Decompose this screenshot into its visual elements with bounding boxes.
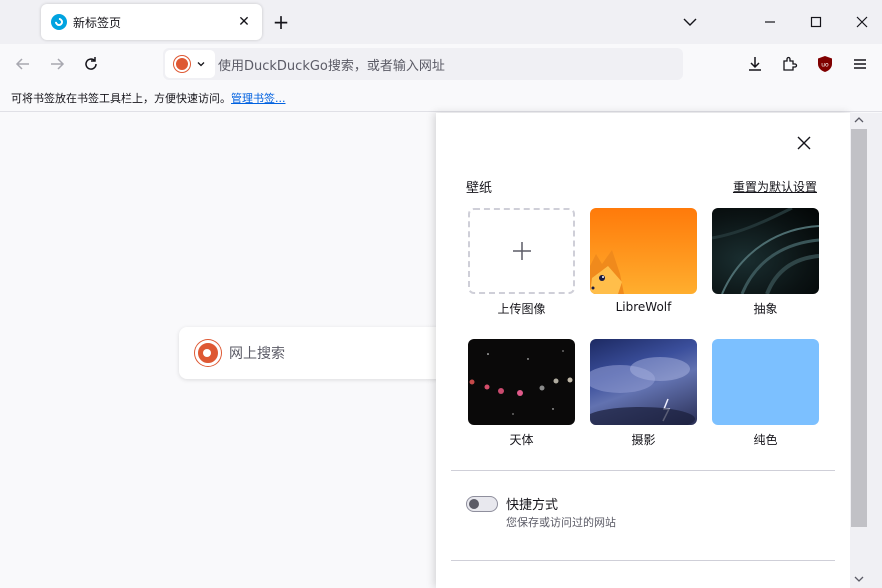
section-divider xyxy=(451,470,835,471)
app-menu-button[interactable] xyxy=(850,54,870,74)
wallpaper-tile-label: 摄影 xyxy=(631,433,656,447)
scrollbar-thumb[interactable] xyxy=(851,129,867,527)
close-panel-button[interactable] xyxy=(794,133,814,153)
wallpaper-tile-label: 上传图像 xyxy=(497,302,546,316)
scroll-up-button[interactable] xyxy=(852,115,866,129)
wallpaper-solid-color-tile[interactable]: 纯色 xyxy=(712,339,819,448)
back-button[interactable] xyxy=(13,54,33,74)
wallpaper-celestial-tile[interactable]: 天体 xyxy=(468,339,575,448)
wallpaper-abstract-tile[interactable]: 抽象 xyxy=(712,208,819,317)
wallpaper-tile-label: 抽象 xyxy=(753,302,778,316)
hamburger-menu-icon xyxy=(854,59,866,69)
tab-title: 新标签页 xyxy=(73,15,122,30)
wallpaper-heading: 壁纸 xyxy=(466,181,493,196)
new-tab-page: 网上搜索 壁纸 重置为默认设置 上传图像 LibreWolf 抽象 天体 摄影 … xyxy=(0,113,882,588)
wallpaper-tile-label: 天体 xyxy=(509,433,534,447)
bookmarks-toolbar: 可将书签放在书签工具栏上，方便快速访问。 管理书签... xyxy=(0,84,882,112)
search-engine-button[interactable] xyxy=(165,50,215,78)
web-search-box[interactable]: 网上搜索 xyxy=(179,327,449,379)
navigation-toolbar: 使用DuckDuckGo搜索，或者输入网址 uo xyxy=(0,44,882,84)
minimize-icon xyxy=(765,21,775,23)
downloads-button[interactable] xyxy=(745,54,765,74)
close-icon xyxy=(797,136,811,150)
plus-icon xyxy=(512,242,531,260)
search-input[interactable]: 网上搜索 xyxy=(229,343,285,363)
shortcuts-title: 快捷方式 xyxy=(506,498,559,513)
duckduckgo-logo-icon xyxy=(195,340,221,366)
storm-clouds-image xyxy=(590,357,695,425)
forward-button[interactable] xyxy=(47,54,67,74)
puzzle-piece-icon xyxy=(783,56,798,71)
customize-panel: 壁纸 重置为默认设置 上传图像 LibreWolf 抽象 天体 摄影 纯色 快捷… xyxy=(436,113,850,588)
chevron-up-icon xyxy=(854,117,864,123)
wallpaper-upload-tile[interactable]: 上传图像 xyxy=(468,208,575,317)
new-tab-button[interactable]: + xyxy=(270,11,292,33)
wallpaper-tile-label: LibreWolf xyxy=(615,300,672,314)
wallpaper-photography-tile[interactable]: 摄影 xyxy=(590,339,697,448)
close-icon xyxy=(856,16,868,28)
firefox-favicon-icon xyxy=(51,14,67,30)
section-divider xyxy=(451,560,835,561)
panel-scrollbar[interactable] xyxy=(850,113,882,588)
scroll-down-button[interactable] xyxy=(852,574,866,588)
ublock-origin-button[interactable]: uo xyxy=(815,54,835,74)
list-all-tabs-button[interactable] xyxy=(680,12,700,32)
url-input[interactable]: 使用DuckDuckGo搜索，或者输入网址 xyxy=(218,55,445,74)
reset-to-default-link[interactable]: 重置为默认设置 xyxy=(733,178,817,195)
librewolf-fox-icon xyxy=(590,250,624,294)
ublock-origin-shield-icon: uo xyxy=(818,56,832,72)
reload-icon xyxy=(85,57,97,70)
shortcuts-toggle[interactable] xyxy=(466,496,498,512)
toggle-knob xyxy=(469,499,479,509)
svg-text:uo: uo xyxy=(821,62,829,69)
celestial-moons-image xyxy=(469,350,573,415)
back-arrow-icon xyxy=(15,58,29,70)
chevron-down-icon xyxy=(197,62,205,67)
shortcuts-description: 您保存或访问过的网站 xyxy=(506,516,616,529)
url-bar[interactable]: 使用DuckDuckGo搜索，或者输入网址 xyxy=(163,48,683,80)
chevron-down-icon xyxy=(854,576,864,582)
duckduckgo-icon xyxy=(174,56,190,72)
close-window-button[interactable] xyxy=(850,10,874,34)
manage-bookmarks-link[interactable]: 管理书签... xyxy=(231,90,286,106)
forward-arrow-icon xyxy=(51,58,65,70)
maximize-button[interactable] xyxy=(804,10,828,34)
tab-strip: 新标签页 ✕ + xyxy=(0,0,882,44)
abstract-waves-image xyxy=(712,208,819,294)
chevron-down-icon xyxy=(683,18,697,26)
minimize-button[interactable] xyxy=(758,10,782,34)
maximize-icon xyxy=(810,16,822,28)
extensions-button[interactable] xyxy=(780,54,800,74)
reload-button[interactable] xyxy=(81,54,101,74)
tab-close-button[interactable]: ✕ xyxy=(236,14,252,30)
tab-new-tab[interactable]: 新标签页 ✕ xyxy=(41,4,262,40)
download-icon xyxy=(749,57,761,71)
bookmarks-toolbar-hint: 可将书签放在书签工具栏上，方便快速访问。 xyxy=(11,91,231,105)
wallpaper-librewolf-tile[interactable]: LibreWolf xyxy=(590,208,697,314)
wallpaper-tile-label: 纯色 xyxy=(753,433,778,447)
